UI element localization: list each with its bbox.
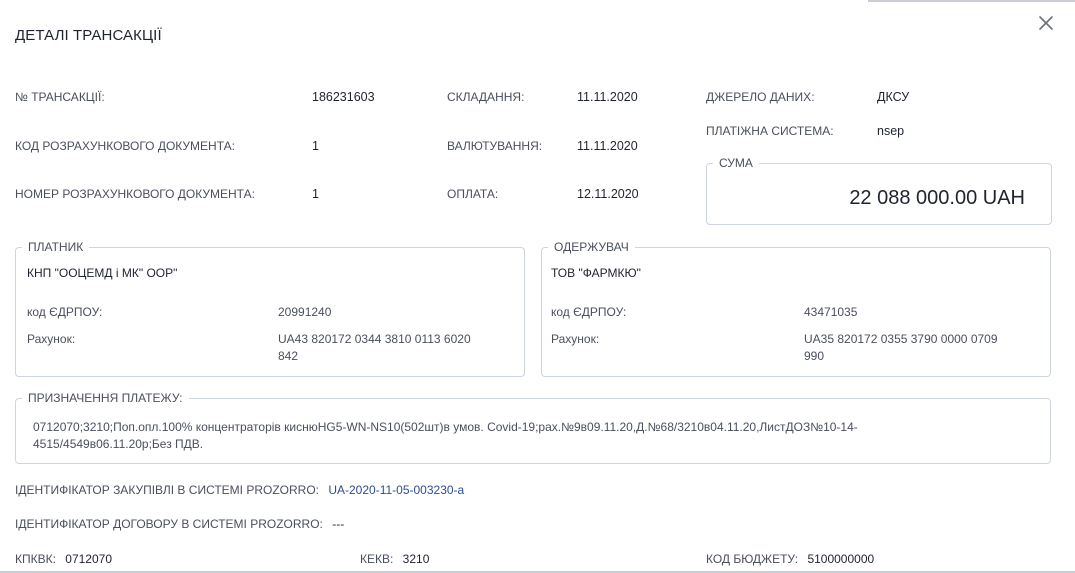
sum-box: СУМА 22 088 000.00 UAH xyxy=(706,156,1052,225)
close-icon xyxy=(1039,16,1053,30)
doc-code-label: КОД РОЗРАХУНКОВОГО ДОКУМЕНТА: xyxy=(15,139,235,153)
payer-name: КНП "ООЦЕМД і МК" ООР" xyxy=(27,266,178,280)
payment-date-value: 12.11.2020 xyxy=(577,187,639,201)
budget-code-label: КОД БЮДЖЕТУ: 5100000000 xyxy=(706,552,874,566)
procurement-id-label: ІДЕНТИФІКАТОР ЗАКУПІВЛІ В СИСТЕМІ PROZOR… xyxy=(15,483,464,497)
purpose-text: 0712070;3210;Поп.опл.100% концентраторів… xyxy=(33,419,993,453)
kpkvk-label: КПКВК: 0712070 xyxy=(15,552,112,566)
purpose-line-2: 4515/4549в06.11.20р;Без ПДВ. xyxy=(33,437,204,451)
kekv-label: КЕКВ: 3210 xyxy=(360,552,429,566)
purpose-line-1: 0712070;3210;Поп.опл.100% концентраторів… xyxy=(33,420,858,434)
receiver-account-label: Рахунок: xyxy=(551,332,600,346)
receiver-account-line-1: UA35 820172 0355 3790 0000 0709 xyxy=(804,332,998,346)
modal-title: ДЕТАЛІ ТРАНСАКЦІЇ xyxy=(15,27,162,44)
data-source-label: ДЖЕРЕЛО ДАНИХ: xyxy=(706,90,815,104)
receiver-account-value: UA35 820172 0355 3790 0000 0709 990 xyxy=(804,331,998,365)
sum-value: 22 088 000.00 UAH xyxy=(849,187,1025,209)
payment-date-label: ОПЛАТА: xyxy=(447,187,499,201)
receiver-edrpou-value: 43471035 xyxy=(804,305,858,319)
payer-edrpou-value: 20991240 xyxy=(278,305,332,319)
receiver-legend: ОДЕРЖУВАЧ xyxy=(554,240,629,254)
contract-id-label-text: ІДЕНТИФІКАТОР ДОГОВОРУ В СИСТЕМІ PROZORR… xyxy=(15,517,323,531)
purpose-legend: ПРИЗНАЧЕННЯ ПЛАТЕЖУ: xyxy=(28,391,183,405)
payer-account-line-2: 842 xyxy=(278,349,299,363)
kekv-value: 3210 xyxy=(402,552,430,566)
budget-code-value: 5100000000 xyxy=(807,552,875,566)
doc-number-label: НОМЕР РОЗРАХУНКОВОГО ДОКУМЕНТА: xyxy=(15,187,255,201)
top-divider xyxy=(868,0,1075,2)
sum-legend: СУМА xyxy=(719,156,753,170)
contract-id-label: ІДЕНТИФІКАТОР ДОГОВОРУ В СИСТЕМІ PROZORR… xyxy=(15,517,344,531)
transaction-no-label: № ТРАНСАКЦІЇ: xyxy=(15,90,105,104)
payment-system-label: ПЛАТІЖНА СИСТЕМА: xyxy=(706,124,834,138)
budget-code-label-text: КОД БЮДЖЕТУ: xyxy=(706,552,799,566)
kekv-label-text: КЕКВ: xyxy=(360,552,394,566)
payment-system-value: nsep xyxy=(877,124,905,138)
payer-legend: ПЛАТНИК xyxy=(28,240,84,254)
receiver-edrpou-label: код ЄДРПОУ: xyxy=(551,305,627,319)
transaction-no-value: 186231603 xyxy=(312,90,375,104)
payer-account-label: Рахунок: xyxy=(27,332,76,346)
payer-edrpou-label: код ЄДРПОУ: xyxy=(27,305,103,319)
procurement-id-label-text: ІДЕНТИФІКАТОР ЗАКУПІВЛІ В СИСТЕМІ PROZOR… xyxy=(15,483,319,497)
doc-code-value: 1 xyxy=(312,139,319,153)
procurement-id-link[interactable]: UA-2020-11-05-003230-a xyxy=(328,483,464,497)
data-source-value: ДКСУ xyxy=(877,90,910,104)
compiled-label: СКЛАДАННЯ: xyxy=(447,90,525,104)
receiver-box: ОДЕРЖУВАЧ ТОВ "ФАРМКЮ" код ЄДРПОУ: 43471… xyxy=(541,240,1051,377)
payer-account-line-1: UA43 820172 0344 3810 0113 6020 xyxy=(278,332,471,346)
valuation-label: ВАЛЮТУВАННЯ: xyxy=(447,139,543,153)
kpkvk-label-text: КПКВК: xyxy=(15,552,56,566)
payer-account-value: UA43 820172 0344 3810 0113 6020 842 xyxy=(278,331,471,365)
close-button[interactable] xyxy=(1036,13,1056,33)
contract-id-value: --- xyxy=(332,517,345,531)
receiver-name: ТОВ "ФАРМКЮ" xyxy=(551,266,641,280)
compiled-value: 11.11.2020 xyxy=(577,90,638,104)
doc-number-value: 1 xyxy=(312,187,319,201)
payer-box: ПЛАТНИК КНП "ООЦЕМД і МК" ООР" код ЄДРПО… xyxy=(15,240,525,377)
purpose-box: ПРИЗНАЧЕННЯ ПЛАТЕЖУ: 0712070;3210;Поп.оп… xyxy=(15,391,1051,464)
kpkvk-value: 0712070 xyxy=(65,552,112,566)
valuation-value: 11.11.2020 xyxy=(577,139,638,153)
receiver-account-line-2: 990 xyxy=(804,349,825,363)
